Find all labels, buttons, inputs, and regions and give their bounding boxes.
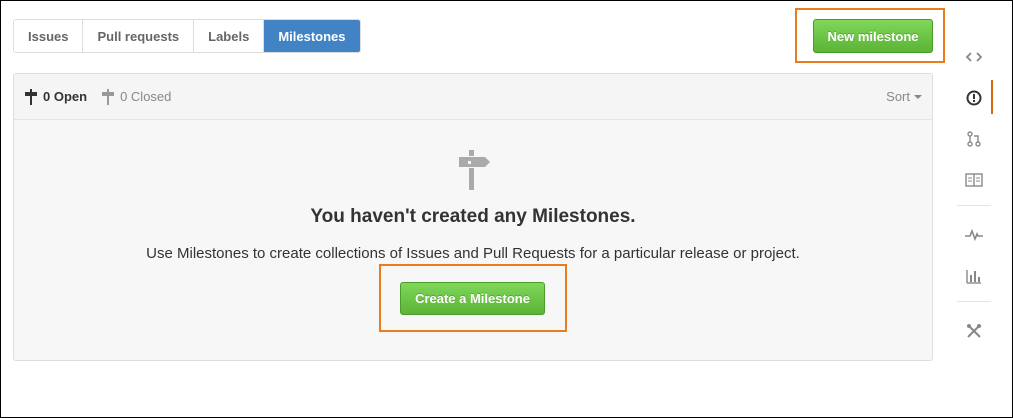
wiki-icon [965, 173, 983, 187]
closed-count: 0 Closed [120, 89, 172, 104]
tab-pull-requests[interactable]: Pull requests [83, 20, 195, 52]
sort-dropdown[interactable]: Sort [886, 89, 922, 104]
sidebar-item-wiki[interactable] [955, 160, 993, 200]
sidebar-divider [957, 205, 991, 206]
milestones-header: 0 Open 0 Closed Sort [14, 74, 932, 120]
milestone-icon [102, 88, 115, 105]
repo-sidebar [955, 35, 993, 363]
milestone-icon [459, 150, 490, 190]
new-milestone-button[interactable]: New milestone [813, 19, 933, 53]
sidebar-item-pulse[interactable] [955, 215, 993, 255]
milestone-icon [25, 88, 37, 105]
sidebar-item-code[interactable] [955, 37, 993, 77]
tab-issues[interactable]: Issues [14, 20, 84, 52]
sidebar-item-graphs[interactable] [955, 256, 993, 296]
open-count: 0 Open [43, 89, 88, 104]
pulse-icon [965, 229, 983, 241]
sidebar-divider [957, 301, 991, 302]
subnav-tabs: Issues Pull requests Labels Milestones [13, 19, 361, 53]
highlight-create-milestone [379, 264, 567, 332]
closed-filter[interactable]: 0 Closed [101, 88, 172, 105]
issue-opened-icon [966, 90, 982, 106]
sidebar-item-settings[interactable] [955, 311, 993, 351]
settings-icon [967, 324, 981, 338]
blankslate-description: Use Milestones to create collections of … [146, 245, 800, 262]
caret-down-icon [914, 94, 922, 99]
tab-labels[interactable]: Labels [194, 20, 265, 52]
sidebar-item-issues[interactable] [955, 78, 993, 118]
pull-request-icon [967, 131, 981, 147]
blankslate-title: You haven't created any Milestones. [310, 206, 636, 227]
graph-icon [966, 270, 981, 284]
sort-label: Sort [886, 89, 910, 104]
sidebar-item-pull-requests[interactable] [955, 119, 993, 159]
tab-milestones[interactable]: Milestones [264, 20, 360, 52]
open-filter[interactable]: 0 Open [24, 88, 88, 105]
code-icon [966, 52, 982, 62]
